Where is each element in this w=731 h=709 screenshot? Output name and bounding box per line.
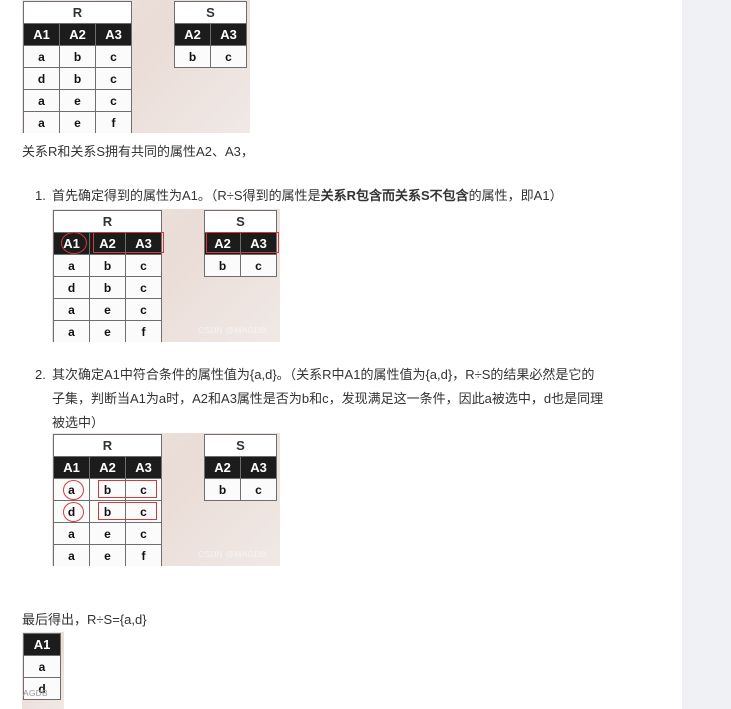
- table-r-cell: c: [125, 522, 162, 545]
- table-r-cell: a: [23, 111, 60, 133]
- step-1-number: 1.: [35, 188, 46, 203]
- table-r-cell: a: [53, 320, 90, 342]
- table-r-cell: c: [95, 45, 132, 68]
- watermark: CSDN @MAGDB: [198, 325, 267, 335]
- table-r-header: A2: [89, 456, 126, 479]
- figure-step-2: R A1 A2 A3 a b c d b c a e c a e f S A2 …: [52, 433, 280, 566]
- table-r-cell: c: [95, 89, 132, 112]
- right-sidebar: [682, 0, 731, 709]
- step-1-text-bold: 关系R包含而关系S不包含: [320, 188, 469, 203]
- table-r-title: R: [53, 434, 162, 457]
- table-s-header: A2: [174, 23, 211, 46]
- step-2-line: 子集，判断当A1为a时，A2和A3属性是否为b和c，发现满足这一条件，因此a被选…: [52, 391, 604, 406]
- final-paragraph: 最后得出，R÷S={a,d}: [22, 612, 147, 627]
- table-r-cell: b: [59, 67, 96, 90]
- table-s-title: S: [174, 1, 247, 24]
- table-r-cell: b: [89, 254, 126, 277]
- highlight-box: [98, 480, 157, 498]
- result-table-cell: a: [23, 655, 61, 678]
- article-content: R A1 A2 A3 a b c d b c a e c a e f S A2 …: [0, 0, 682, 709]
- table-r-cell: a: [23, 89, 60, 112]
- table-s-title: S: [204, 210, 277, 233]
- table-r-cell: e: [89, 544, 126, 566]
- table-r-cell: a: [53, 298, 90, 321]
- table-r-title: R: [23, 1, 132, 24]
- table-s-header: A3: [240, 456, 277, 479]
- table-r-header: A1: [53, 456, 90, 479]
- figure-r-s-tables: R A1 A2 A3 a b c d b c a e c a e f S A2 …: [22, 0, 250, 133]
- table-r-cell: e: [59, 111, 96, 133]
- figure-result-table: A1 a d AGDB: [22, 632, 64, 709]
- result-table-header: A1: [23, 633, 61, 656]
- watermark: CSDN @MAGDB: [198, 549, 267, 559]
- step-2-line: 其次确定A1中符合条件的属性值为{a,d}。（关系R中A1的属性值为{a,d}，…: [52, 367, 595, 382]
- table-r-cell: d: [53, 276, 90, 299]
- table-s: S A2 A3 b c: [174, 1, 247, 68]
- highlight-box: [206, 232, 279, 253]
- step-1-text-part: 的属性，即A1）: [468, 188, 563, 203]
- step-2-number: 2.: [35, 367, 46, 382]
- table-s-cell: b: [204, 478, 241, 501]
- table-r-cell: b: [59, 45, 96, 68]
- figure-step-1: R A1 A2 A3 a b c d b c a e c a e f S A2 …: [52, 209, 280, 342]
- table-r-cell: c: [125, 298, 162, 321]
- table-r-cell: e: [89, 320, 126, 342]
- intro-paragraph: 关系R和关系S拥有共同的属性A2、A3，: [22, 144, 254, 159]
- step-2-line: 被选中）: [52, 415, 105, 430]
- step-1-text: 1. 首先确定得到的属性为A1。（R÷S得到的属性是关系R包含而关系S不包含的属…: [35, 184, 672, 208]
- table-s: S A2 A3 b c: [204, 434, 277, 501]
- table-s-header: A2: [204, 456, 241, 479]
- table-r-cell: e: [59, 89, 96, 112]
- highlight-box: [98, 502, 157, 520]
- table-r-cell: a: [53, 522, 90, 545]
- table-r-header: A1: [23, 23, 60, 46]
- table-r-cell: e: [89, 298, 126, 321]
- table-r-cell: e: [89, 522, 126, 545]
- table-s-header: A3: [210, 23, 247, 46]
- table-r-title: R: [53, 210, 162, 233]
- table-r-cell: d: [23, 67, 60, 90]
- table-r-cell: f: [95, 111, 132, 133]
- table-s-cell: b: [174, 45, 211, 68]
- table-r-cell: f: [125, 544, 162, 566]
- table-r-cell: c: [125, 254, 162, 277]
- highlight-circle: [63, 502, 84, 522]
- table-r-header: A2: [59, 23, 96, 46]
- table-r-header: A3: [125, 456, 162, 479]
- table-s-cell: b: [204, 254, 241, 277]
- table-r-cell: a: [53, 254, 90, 277]
- highlight-circle: [61, 232, 87, 254]
- table-r-cell: a: [23, 45, 60, 68]
- table-s-cell: c: [240, 478, 277, 501]
- table-r-cell: f: [125, 320, 162, 342]
- watermark: AGDB: [23, 688, 48, 698]
- table-s-cell: c: [240, 254, 277, 277]
- table-r-cell: c: [95, 67, 132, 90]
- table-r-cell: c: [125, 276, 162, 299]
- table-r-cell: a: [53, 544, 90, 566]
- table-r: R A1 A2 A3 a b c d b c a e c a e f: [53, 434, 162, 566]
- table-r-cell: b: [89, 276, 126, 299]
- table-s-cell: c: [210, 45, 247, 68]
- step-2-text: 2. 其次确定A1中符合条件的属性值为{a,d}。（关系R中A1的属性值为{a,…: [35, 363, 677, 435]
- highlight-box: [93, 232, 164, 253]
- table-s-title: S: [204, 434, 277, 457]
- highlight-circle: [63, 480, 84, 500]
- table-r-header: A3: [95, 23, 132, 46]
- table-r: R A1 A2 A3 a b c d b c a e c a e f: [23, 1, 132, 133]
- table-r: R A1 A2 A3 a b c d b c a e c a e f: [53, 210, 162, 342]
- step-1-text-part: 首先确定得到的属性为A1。（R÷S得到的属性是: [52, 188, 321, 203]
